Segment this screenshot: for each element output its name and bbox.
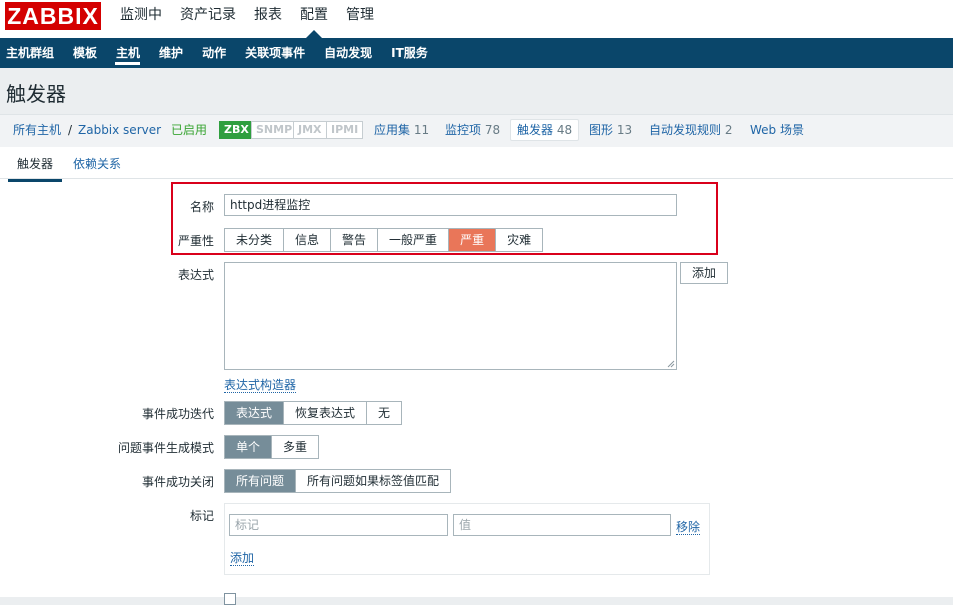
host-status[interactable]: 已启用 bbox=[171, 122, 207, 138]
submenu-actions[interactable]: 动作 bbox=[192, 38, 235, 68]
expression-label: 表达式 bbox=[177, 268, 214, 282]
nav-items-label: 监控项 bbox=[445, 123, 482, 137]
availability-zbx: ZBX bbox=[219, 121, 254, 139]
submenu-hosts[interactable]: 主机 bbox=[106, 38, 149, 68]
severity-information[interactable]: 信息 bbox=[284, 229, 332, 251]
menu-administration[interactable]: 管理 bbox=[337, 0, 383, 30]
top-bar: ZABBIX 监测中 资产记录 报表 配置 管理 bbox=[0, 0, 953, 38]
menu-inventory[interactable]: 资产记录 bbox=[171, 0, 245, 30]
severity-high[interactable]: 严重 bbox=[449, 229, 497, 251]
resize-handle-icon[interactable] bbox=[667, 360, 675, 368]
nav-applications[interactable]: 应用集 11 bbox=[374, 122, 429, 138]
ok-event-closes-label: 事件成功关闭 bbox=[141, 475, 214, 489]
zabbix-logo[interactable]: ZABBIX bbox=[5, 2, 101, 30]
severity-label: 严重性 bbox=[177, 234, 214, 248]
ok-event-expression[interactable]: 表达式 bbox=[225, 402, 285, 424]
menu-configuration[interactable]: 配置 bbox=[291, 0, 337, 38]
ok-event-none[interactable]: 无 bbox=[367, 402, 401, 424]
expression-builder-link[interactable]: 表达式构造器 bbox=[224, 376, 297, 393]
tab-dependencies[interactable]: 依赖关系 bbox=[73, 155, 121, 172]
submenu-event-correlation[interactable]: 关联项事件 bbox=[235, 38, 314, 68]
submenu-maintenance[interactable]: 维护 bbox=[149, 38, 192, 68]
breadcrumb-all-hosts[interactable]: 所有主机 bbox=[13, 122, 61, 138]
nav-discovery-rules-count: 2 bbox=[724, 123, 733, 137]
tag-remove-text: 移除 bbox=[676, 520, 701, 535]
ok-event-closes-selector: 所有问题 所有问题如果标签值匹配 bbox=[224, 469, 452, 493]
name-label: 名称 bbox=[189, 200, 214, 214]
ok-event-generation-selector: 表达式 恢复表达式 无 bbox=[224, 401, 403, 425]
submenu-discovery[interactable]: 自动发现 bbox=[314, 38, 381, 68]
nav-discovery-rules[interactable]: 自动发现规则 2 bbox=[649, 122, 732, 138]
nav-triggers-count: 48 bbox=[556, 123, 573, 137]
nav-graphs[interactable]: 图形 13 bbox=[589, 122, 632, 138]
problem-mode-selector: 单个 多重 bbox=[224, 435, 320, 459]
availability-ipmi: IPMI bbox=[326, 121, 364, 139]
expression-textarea[interactable] bbox=[224, 262, 677, 370]
nav-items[interactable]: 监控项 78 bbox=[445, 122, 500, 138]
tag-add-text: 添加 bbox=[230, 551, 255, 566]
nav-web-scenarios[interactable]: Web 场景 bbox=[750, 122, 804, 138]
sub-menu: 主机群组 模板 主机 维护 动作 关联项事件 自动发现 IT服务 bbox=[0, 38, 953, 68]
name-input[interactable]: httpd进程监控 bbox=[224, 194, 677, 216]
ok-event-generation-label: 事件成功迭代 bbox=[141, 407, 214, 421]
submenu-host-groups[interactable]: 主机群组 bbox=[0, 38, 63, 68]
nav-applications-label: 应用集 bbox=[374, 123, 411, 137]
nav-triggers[interactable]: 触发器 48 bbox=[510, 119, 580, 141]
ok-event-recovery-expression[interactable]: 恢复表达式 bbox=[284, 402, 368, 424]
nav-graphs-label: 图形 bbox=[589, 123, 614, 137]
trigger-form-panel: 触发器 依赖关系 名称 httpd进程监控 严重性 未分类 信息 警告 一般严重… bbox=[0, 147, 953, 605]
submenu-it-services[interactable]: IT服务 bbox=[381, 38, 437, 68]
severity-average[interactable]: 一般严重 bbox=[378, 229, 450, 251]
nav-items-count: 78 bbox=[484, 123, 501, 137]
nav-discovery-rules-label: 自动发现规则 bbox=[649, 123, 722, 137]
nav-triggers-label: 触发器 bbox=[517, 123, 554, 137]
host-navigation: 所有主机 / Zabbix server 已启用 ZBX SNMP JMX IP… bbox=[0, 114, 953, 147]
menu-monitoring[interactable]: 监测中 bbox=[111, 0, 171, 30]
severity-warning[interactable]: 警告 bbox=[331, 229, 379, 251]
availability-jmx: JMX bbox=[293, 121, 327, 139]
severity-selector: 未分类 信息 警告 一般严重 严重 灾难 bbox=[224, 228, 544, 252]
tag-remove-link[interactable]: 移除 bbox=[676, 518, 701, 535]
severity-disaster[interactable]: 灾难 bbox=[496, 229, 542, 251]
ok-close-all-problems[interactable]: 所有问题 bbox=[225, 470, 297, 492]
tag-value-input[interactable]: 值 bbox=[453, 514, 671, 536]
nav-applications-count: 11 bbox=[413, 123, 430, 137]
tab-trigger[interactable]: 触发器 bbox=[7, 155, 63, 182]
main-menu: 监测中 资产记录 报表 配置 管理 bbox=[111, 0, 383, 38]
availability-snmp: SNMP bbox=[251, 121, 298, 139]
nav-graphs-count: 13 bbox=[616, 123, 633, 137]
tags-label: 标记 bbox=[189, 509, 214, 523]
menu-reports[interactable]: 报表 bbox=[245, 0, 291, 30]
breadcrumb-separator: / bbox=[68, 123, 73, 137]
tag-name-input[interactable]: 标记 bbox=[229, 514, 448, 536]
page-title: 触发器 bbox=[6, 82, 66, 106]
expression-builder-text: 表达式构造器 bbox=[224, 378, 297, 393]
severity-not-classified[interactable]: 未分类 bbox=[225, 229, 285, 251]
submenu-templates[interactable]: 模板 bbox=[63, 38, 106, 68]
form-tabs: 触发器 依赖关系 bbox=[0, 147, 953, 182]
problem-mode-label: 问题事件生成模式 bbox=[117, 441, 214, 455]
cut-off-checkbox[interactable] bbox=[224, 593, 236, 605]
ok-close-tag-match[interactable]: 所有问题如果标签值匹配 bbox=[296, 470, 450, 492]
add-expression-button[interactable]: 添加 bbox=[680, 262, 728, 284]
breadcrumb-host[interactable]: Zabbix server bbox=[78, 122, 161, 138]
problem-mode-multiple[interactable]: 多重 bbox=[272, 436, 318, 458]
tag-add-link[interactable]: 添加 bbox=[230, 549, 255, 566]
problem-mode-single[interactable]: 单个 bbox=[225, 436, 273, 458]
